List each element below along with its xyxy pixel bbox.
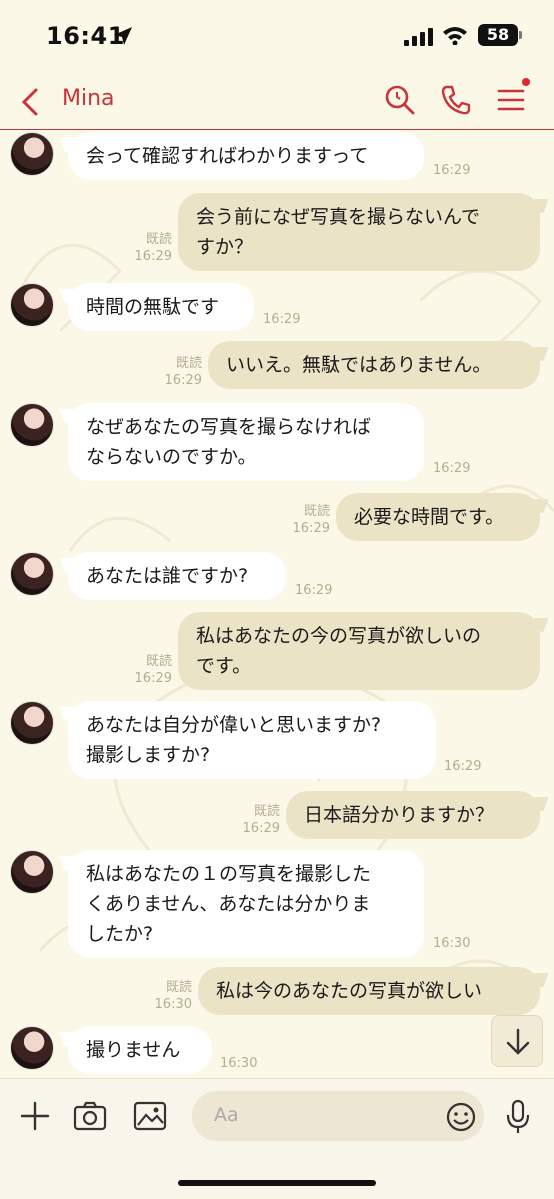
message-time: 16:29 <box>433 163 471 178</box>
wifi-icon <box>443 27 467 45</box>
chat-area[interactable]: 会って確認すればわかりますって 16:29 会う前になぜ写真を撮らないんで すか？ 既… <box>0 131 554 1078</box>
home-indicator <box>178 1180 376 1186</box>
incoming-message-bubble[interactable]: 時間の無駄です <box>68 283 254 331</box>
incoming-message-bubble[interactable]: あなたは自分が偉いと思いますか? 撮影しますか? <box>68 701 436 779</box>
camera-icon[interactable] <box>72 1099 108 1133</box>
search-icon[interactable] <box>384 84 416 116</box>
avatar[interactable] <box>10 701 54 745</box>
incoming-message-bubble[interactable]: 私はあなたの１の写真を撮影した くありません、あなたは分かりま したか? <box>68 850 424 958</box>
chat-title[interactable]: Mina <box>62 86 115 111</box>
avatar[interactable] <box>10 132 54 176</box>
mic-icon[interactable] <box>505 1099 531 1135</box>
message-time: 16:29 <box>263 312 301 327</box>
signal-icon <box>404 28 433 46</box>
message-time: 16:29 <box>295 583 333 598</box>
incoming-message-bubble[interactable]: なぜあなたの写真を撮らなければ ならないのですか。 <box>68 403 424 481</box>
chat-header: Mina <box>0 74 554 130</box>
message-time: 16:30 <box>154 997 192 1012</box>
read-receipt: 既読 <box>253 804 280 819</box>
outgoing-message-bubble[interactable]: 必要な時間です。 <box>336 493 540 541</box>
chevron-down-icon <box>506 1028 530 1055</box>
read-receipt: 既読 <box>145 654 172 669</box>
outgoing-message-bubble[interactable]: 私はあなたの今の写真が欲しいの です。 <box>178 612 540 690</box>
message-time: 16:29 <box>164 373 202 388</box>
outgoing-message-bubble[interactable]: いいえ。無駄ではありません。 <box>208 341 540 389</box>
incoming-message-bubble[interactable]: 撮りません <box>68 1026 212 1074</box>
read-receipt: 既読 <box>145 232 172 247</box>
notification-dot <box>522 78 530 86</box>
location-arrow-icon <box>114 27 132 45</box>
message-input-placeholder: Aa <box>214 1104 239 1126</box>
avatar[interactable] <box>10 403 54 447</box>
message-time: 16:30 <box>220 1056 258 1071</box>
outgoing-message-bubble[interactable]: 日本語分かりますか？ <box>286 791 540 839</box>
message-time: 16:29 <box>134 249 172 264</box>
battery-icon: 58 <box>478 24 522 46</box>
message-time: 16:29 <box>134 671 172 686</box>
battery-level: 58 <box>486 25 510 44</box>
status-bar: 16:41 58 <box>0 0 554 74</box>
avatar[interactable] <box>10 552 54 596</box>
outgoing-message-bubble[interactable]: 私は今のあなたの写真が欲しい <box>198 967 540 1015</box>
message-time: 16:29 <box>292 521 330 536</box>
incoming-message-bubble[interactable]: あなたは誰ですか? <box>68 552 286 600</box>
message-time: 16:29 <box>444 759 482 774</box>
read-receipt: 既読 <box>303 504 330 519</box>
message-time: 16:29 <box>242 821 280 836</box>
read-receipt: 既読 <box>165 980 192 995</box>
incoming-message-bubble[interactable]: 会って確認すればわかりますって <box>68 132 424 180</box>
avatar[interactable] <box>10 1026 54 1070</box>
image-icon[interactable] <box>132 1099 168 1133</box>
menu-icon[interactable] <box>496 84 526 116</box>
message-time: 16:30 <box>433 936 471 951</box>
scroll-down-button[interactable] <box>491 1015 543 1067</box>
back-icon[interactable] <box>18 86 46 118</box>
avatar[interactable] <box>10 850 54 894</box>
plus-icon[interactable] <box>18 1099 52 1133</box>
read-receipt: 既読 <box>175 356 202 371</box>
emoji-icon[interactable] <box>445 1101 477 1133</box>
outgoing-message-bubble[interactable]: 会う前になぜ写真を撮らないんで すか？ <box>178 193 540 271</box>
message-time: 16:29 <box>433 461 471 476</box>
avatar[interactable] <box>10 283 54 327</box>
call-icon[interactable] <box>440 84 472 116</box>
